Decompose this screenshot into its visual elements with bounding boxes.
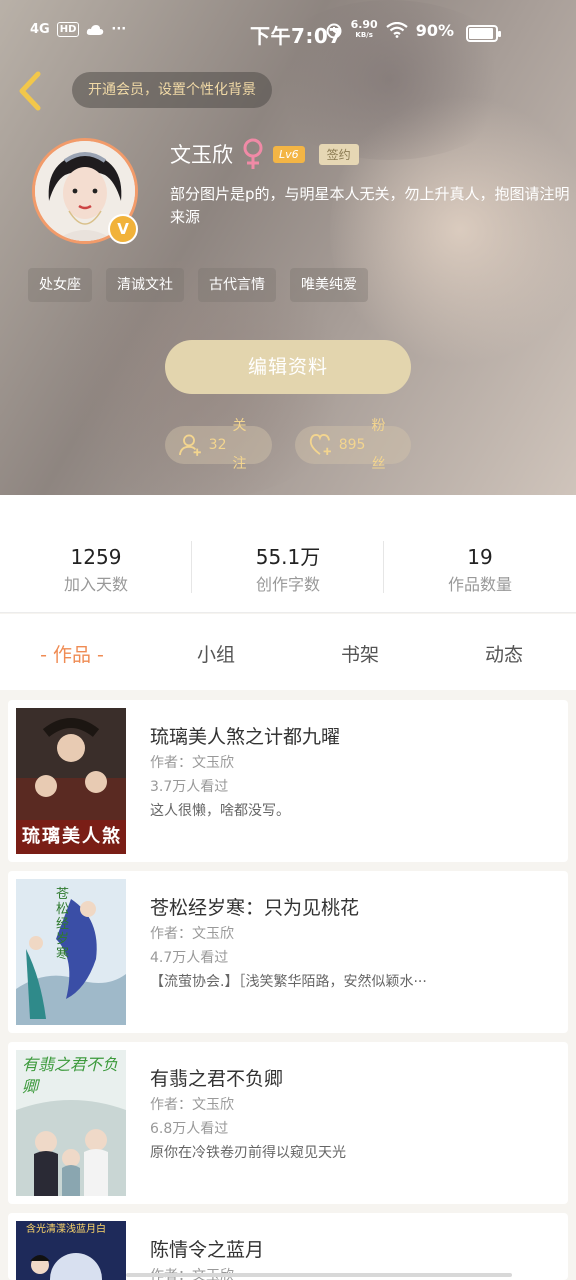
tag-item[interactable]: 清诚文社	[106, 268, 184, 302]
book-description: 这人很懒，啥都没写。	[150, 803, 290, 819]
alarm-icon	[326, 23, 342, 39]
book-cover: 苍松经岁寒	[16, 879, 126, 1025]
level-badge: Lv6	[273, 145, 305, 163]
book-views: 4.7万人看过	[150, 950, 229, 966]
book-item[interactable]: 有翡之君不负卿 有翡之君不负卿 作者：文玉欣 6.8万人看过 原你在冷铁卷刃前得…	[8, 1042, 568, 1204]
tag-item[interactable]: 唯美纯爱	[290, 268, 368, 302]
wifi-icon	[386, 22, 408, 38]
back-button[interactable]	[14, 70, 48, 112]
book-cover-text: 苍松经岁寒	[56, 887, 70, 962]
tab-bar: - 作品 - 小组 书架 动态	[0, 614, 576, 690]
verified-badge-icon: V	[108, 214, 138, 244]
home-indicator[interactable]	[126, 1273, 512, 1277]
user-bio: 部分图片是p的，与明星本人无关，勿上升真人，抱图请注明来源	[170, 185, 570, 226]
fans-label: 粉丝	[371, 418, 386, 472]
stats-bar: 1259 加入天数 55.1万 创作字数 19 作品数量	[0, 495, 576, 613]
status-left: 4G HD ···	[30, 22, 126, 37]
stat-value: 19	[467, 545, 493, 569]
signal-icon: 4G	[30, 22, 50, 37]
tab-works[interactable]: - 作品 -	[0, 640, 144, 667]
fans-button[interactable]: 895 粉丝	[295, 418, 411, 472]
stat-word-count: 55.1万 创作字数	[192, 545, 384, 595]
tag-item[interactable]: 古代言情	[198, 268, 276, 302]
fans-count: 895	[338, 437, 366, 453]
following-label: 关注	[232, 418, 247, 472]
net-speed: 6.90 KB/s	[351, 19, 378, 40]
add-user-icon	[179, 434, 201, 456]
following-count: 32	[208, 437, 227, 453]
book-cover-text: 有翡之君不负卿	[22, 1055, 119, 1096]
book-views: 6.8万人看过	[150, 1121, 229, 1137]
book-title: 琉璃美人煞之计都九曜	[150, 726, 341, 748]
net-speed-unit: KB/s	[355, 31, 373, 39]
tab-activity[interactable]: 动态	[432, 640, 576, 667]
book-views: 3.7万人看过	[150, 779, 229, 795]
user-name: 文玉欣	[170, 143, 233, 167]
signed-badge: 签约	[318, 143, 359, 165]
status-bar: 4G HD ··· 下午7:07 6.90 KB/s 90%	[0, 0, 576, 66]
profile-header: 4G HD ··· 下午7:07 6.90 KB/s 90% 开通会员，设置个性化…	[0, 0, 576, 495]
following-button[interactable]: 32 关注	[165, 418, 272, 472]
book-cover-text: 含光清渫浅蓝月白	[26, 1224, 106, 1235]
book-author: 作者：文玉欣	[150, 926, 234, 942]
tag-list: 处女座 清诚文社 古代言情 唯美纯爱	[28, 268, 368, 302]
book-item[interactable]: 琉璃美人煞 琉璃美人煞之计都九曜 作者：文玉欣 3.7万人看过 这人很懒，啥都没…	[8, 700, 568, 862]
status-right: 6.90 KB/s 90%	[325, 19, 454, 40]
book-cover: 琉璃美人煞	[16, 708, 126, 854]
name-row: 文玉欣 Lv6 签约	[170, 138, 359, 170]
book-item[interactable]: 苍松经岁寒 苍松经岁寒：只为见桃花 作者：文玉欣 4.7万人看过 【流萤协会.】…	[8, 871, 568, 1033]
book-author: 作者：文玉欣	[150, 755, 234, 771]
stat-works-count: 19 作品数量	[384, 545, 576, 595]
chevron-left-icon	[19, 71, 41, 111]
book-description: 原你在冷铁卷刃前得以窥见天光	[150, 1145, 346, 1161]
stat-label: 作品数量	[447, 575, 512, 594]
tag-item[interactable]: 处女座	[28, 268, 92, 302]
tab-bookshelf[interactable]: 书架	[288, 640, 432, 667]
book-title: 有翡之君不负卿	[150, 1068, 284, 1090]
vip-background-button[interactable]: 开通会员，设置个性化背景	[72, 72, 272, 108]
book-cover: 含光清渫浅蓝月白	[16, 1221, 126, 1280]
book-cover: 有翡之君不负卿	[16, 1050, 126, 1196]
stat-label: 加入天数	[63, 575, 128, 594]
battery-percent: 90%	[415, 20, 454, 40]
female-gender-icon	[243, 138, 263, 169]
hd-icon: HD	[56, 22, 80, 37]
book-title: 陈情令之蓝月	[150, 1239, 265, 1261]
stat-value: 1259	[70, 545, 122, 569]
book-description: 【流萤协会.】［浅笑繁华陌路，安然似颖水···	[150, 974, 427, 990]
stat-label: 创作字数	[255, 575, 320, 594]
battery-icon	[466, 25, 501, 42]
stat-join-days: 1259 加入天数	[0, 545, 192, 595]
stat-value: 55.1万	[255, 545, 321, 569]
tab-groups[interactable]: 小组	[144, 640, 288, 667]
book-cover-text: 琉璃美人煞	[22, 826, 122, 847]
book-author: 作者：文玉欣	[150, 1097, 234, 1113]
book-title: 苍松经岁寒：只为见桃花	[150, 897, 360, 919]
edit-profile-button[interactable]: 编辑资料	[165, 340, 411, 394]
heart-plus-icon	[309, 434, 331, 456]
cloud-icon	[87, 24, 104, 35]
book-item[interactable]: 含光清渫浅蓝月白 陈情令之蓝月 作者：文玉欣	[8, 1213, 568, 1280]
more-status-icon: ···	[111, 22, 127, 37]
